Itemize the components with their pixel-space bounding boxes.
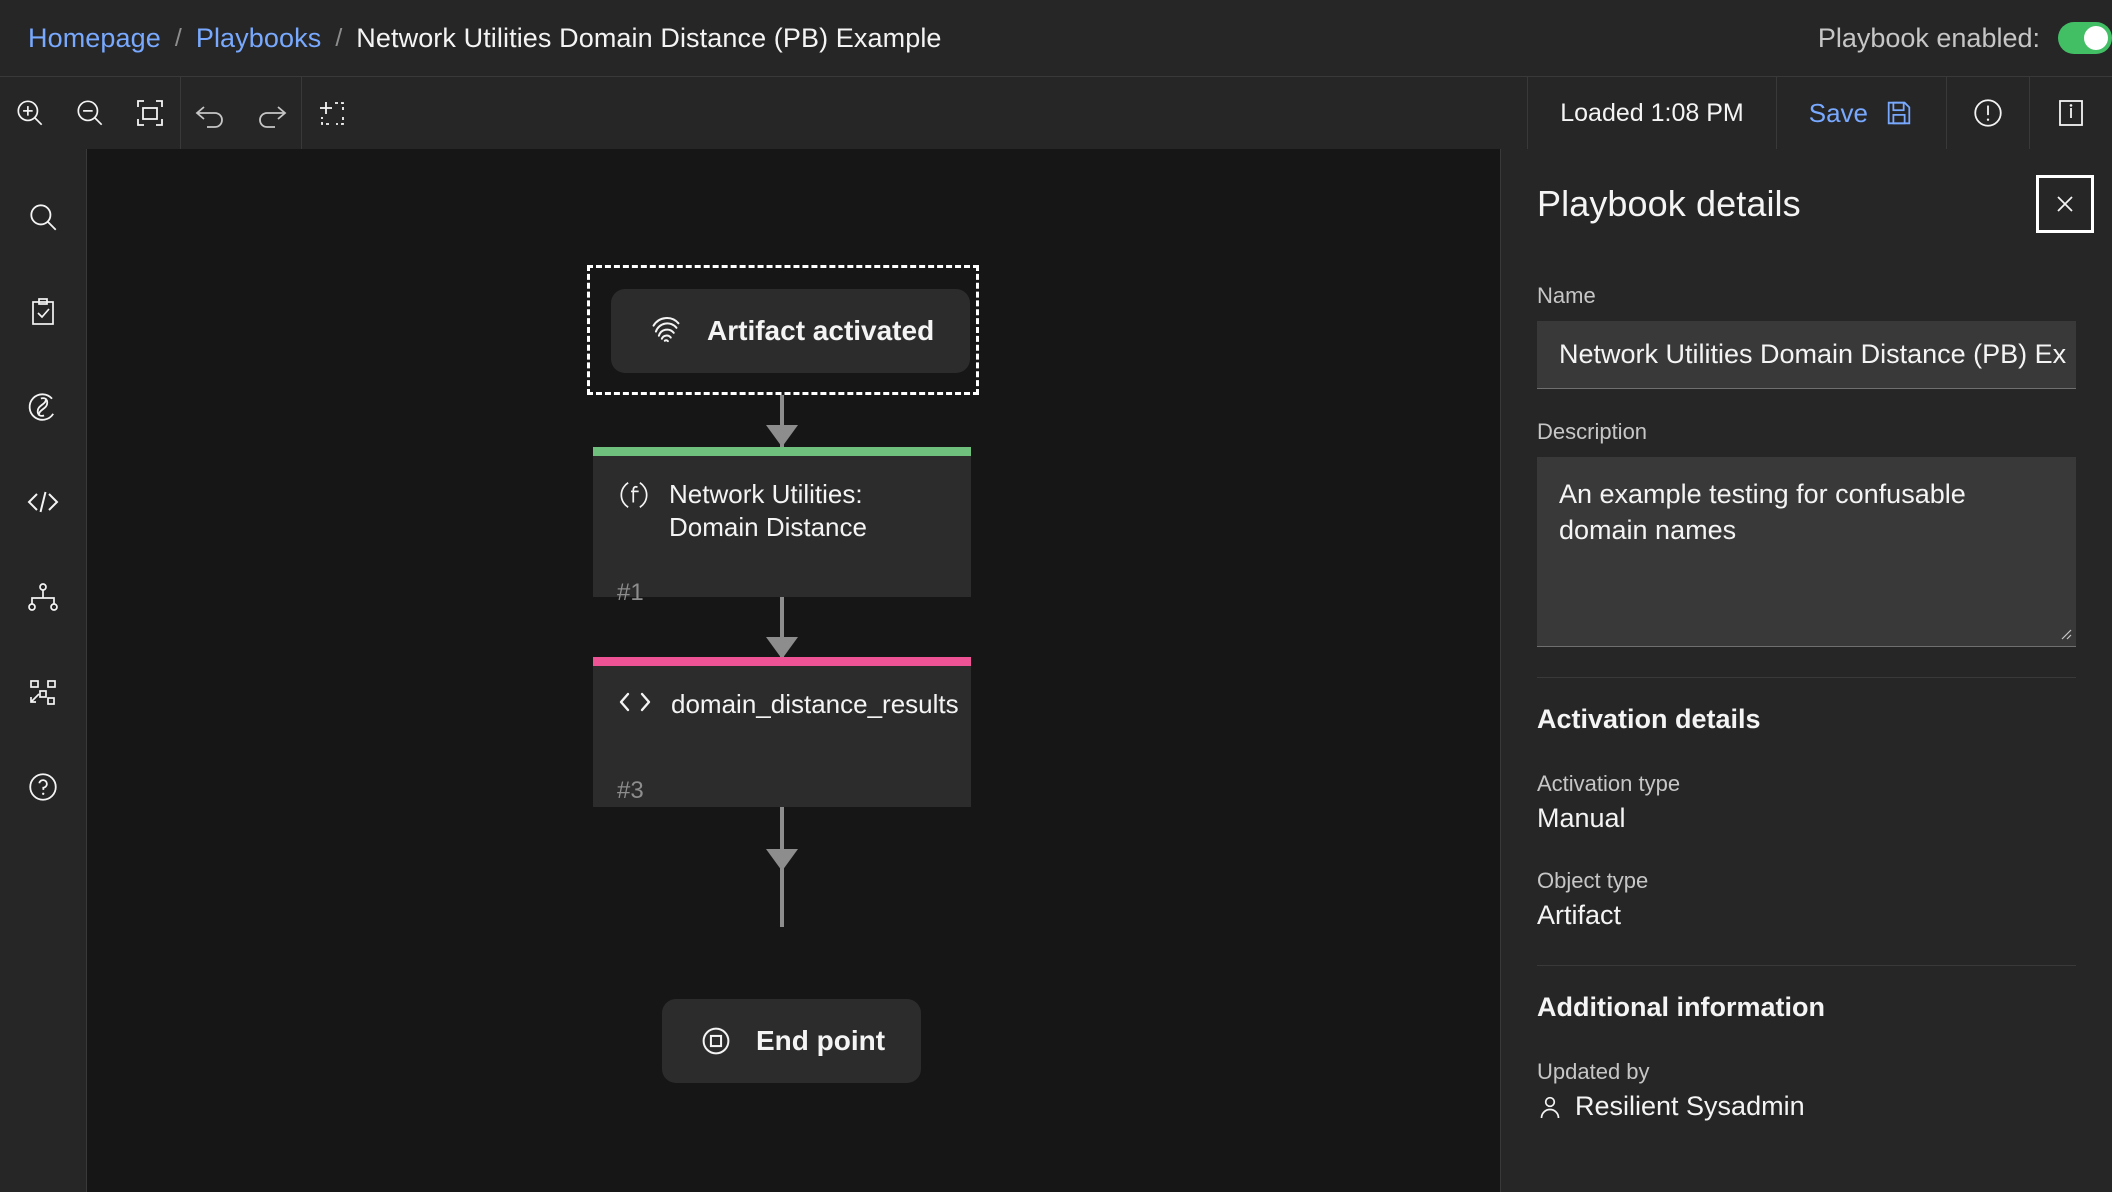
connector-arrowhead bbox=[766, 637, 798, 659]
loaded-status: Loaded 1:08 PM bbox=[1560, 98, 1744, 127]
description-text: An example testing for confusable domain… bbox=[1559, 479, 1966, 545]
playbook-enabled-label: Playbook enabled: bbox=[1817, 22, 2040, 53]
object-type-label: Object type bbox=[1537, 868, 1649, 893]
panel-divider bbox=[1537, 965, 2076, 966]
activation-type-value: Manual bbox=[1537, 803, 1626, 833]
panel-title: Playbook details bbox=[1537, 183, 1801, 224]
description-label: Description bbox=[1537, 419, 1648, 444]
side-panel-icon bbox=[2055, 97, 2087, 129]
additional-information-heading: Additional information bbox=[1537, 992, 1825, 1022]
close-icon bbox=[2057, 196, 2073, 212]
description-field-group: Description An example testing for confu… bbox=[1537, 419, 2076, 647]
node-network-utilities-domain-distance[interactable]: Network Utilities: Domain Distance #1 bbox=[593, 447, 971, 606]
select-area-button[interactable] bbox=[302, 77, 362, 149]
playbook-enabled-toggle[interactable] bbox=[2058, 22, 2112, 54]
breadcrumb-item-current: Network Utilities Domain Distance (PB) E… bbox=[356, 22, 942, 53]
code-icon bbox=[617, 688, 653, 721]
clipboard-check-icon bbox=[27, 296, 59, 328]
node-end-point[interactable]: End point bbox=[662, 999, 922, 1083]
node-domain-distance-results[interactable]: domain_distance_results #3 bbox=[593, 657, 971, 807]
help-circle-icon bbox=[26, 770, 60, 804]
details-panel-button[interactable] bbox=[2030, 77, 2112, 149]
select-area-icon bbox=[316, 97, 348, 129]
object-type-value: Artifact bbox=[1537, 900, 1622, 930]
playbook-canvas[interactable]: Artifact activated Network Utilities: Do… bbox=[87, 149, 1500, 1192]
zoom-in-button[interactable] bbox=[0, 77, 60, 149]
undo-icon bbox=[193, 97, 229, 129]
zoom-out-button[interactable] bbox=[60, 77, 120, 149]
name-label: Name bbox=[1537, 283, 1596, 308]
connector-arrowhead bbox=[766, 849, 798, 871]
zoom-controls-group bbox=[0, 77, 180, 149]
resize-grip-icon[interactable] bbox=[2056, 624, 2072, 640]
node-label: domain_distance_results bbox=[671, 689, 959, 719]
user-icon bbox=[1537, 1094, 1563, 1120]
fit-to-screen-icon bbox=[134, 97, 166, 129]
close-panel-button[interactable] bbox=[2036, 175, 2094, 233]
undo-button[interactable] bbox=[181, 77, 241, 149]
node-label: Artifact activated bbox=[707, 315, 935, 346]
rail-item-search[interactable] bbox=[0, 169, 87, 264]
code-icon bbox=[25, 487, 61, 517]
node-label: End point bbox=[756, 1025, 886, 1056]
breadcrumb-item-homepage[interactable]: Homepage bbox=[28, 23, 161, 54]
warning-circle-icon bbox=[1971, 96, 2005, 130]
save-button[interactable]: Save bbox=[1777, 77, 1946, 149]
panel-divider bbox=[1537, 677, 2076, 678]
name-field-group: Name Network Utilities Domain Distance (… bbox=[1537, 283, 2076, 389]
breadcrumb-item-playbooks[interactable]: Playbooks bbox=[196, 23, 321, 54]
breadcrumb-separator: / bbox=[174, 23, 182, 52]
function-icon bbox=[617, 478, 651, 545]
updated-by-value: Resilient Sysadmin bbox=[1575, 1091, 1805, 1121]
rail-item-decision[interactable] bbox=[0, 549, 87, 644]
name-input[interactable]: Network Utilities Domain Distance (PB) E… bbox=[1537, 321, 2076, 389]
connector-arrowhead bbox=[766, 425, 798, 447]
playbook-enabled-group: Playbook enabled: bbox=[1817, 22, 2112, 54]
save-disk-icon bbox=[1884, 98, 1914, 128]
subflow-icon bbox=[26, 676, 60, 708]
rail-item-tasks[interactable] bbox=[0, 264, 87, 359]
zoom-in-icon bbox=[13, 96, 47, 130]
breadcrumb-separator: / bbox=[335, 23, 343, 52]
node-artifact-activated[interactable]: Artifact activated bbox=[611, 289, 971, 373]
redo-button[interactable] bbox=[241, 77, 301, 149]
editor-toolbar: Loaded 1:08 PM Save bbox=[0, 76, 2112, 149]
breadcrumb-bar: Homepage / Playbooks / Network Utilities… bbox=[0, 0, 2112, 76]
selection-controls-group bbox=[302, 77, 362, 149]
playbook-details-panel: Playbook details Name Network Utilities … bbox=[1500, 149, 2112, 1192]
zoom-out-icon bbox=[73, 96, 107, 130]
save-button-label: Save bbox=[1808, 97, 1868, 128]
fit-to-screen-button[interactable] bbox=[120, 77, 180, 149]
decision-tree-icon bbox=[26, 581, 60, 613]
warning-button[interactable] bbox=[1947, 77, 2029, 149]
node-type-bar bbox=[593, 447, 971, 456]
editor-body: Artifact activated Network Utilities: Do… bbox=[0, 149, 2112, 1192]
left-tool-rail bbox=[0, 149, 87, 1192]
fingerprint-icon bbox=[647, 312, 685, 350]
rail-item-function[interactable] bbox=[0, 359, 87, 454]
description-textarea[interactable]: An example testing for confusable domain… bbox=[1537, 457, 2076, 647]
history-controls-group bbox=[181, 77, 301, 149]
activation-type-label: Activation type bbox=[1537, 771, 1681, 796]
search-icon bbox=[26, 200, 60, 234]
updated-by-group: Resilient Sysadmin bbox=[1537, 1091, 2076, 1122]
node-type-bar bbox=[593, 657, 971, 666]
updated-by-label: Updated by bbox=[1537, 1059, 1650, 1084]
node-body: domain_distance_results bbox=[593, 666, 971, 737]
end-point-icon bbox=[698, 1023, 734, 1059]
node-body: Network Utilities: Domain Distance bbox=[593, 456, 971, 561]
rail-item-help[interactable] bbox=[0, 739, 87, 834]
rail-item-script[interactable] bbox=[0, 454, 87, 549]
function-lightning-icon bbox=[26, 390, 60, 424]
activation-details-heading: Activation details bbox=[1537, 704, 1761, 734]
rail-item-subplaybook[interactable] bbox=[0, 644, 87, 739]
node-label: Network Utilities: Domain Distance bbox=[669, 479, 867, 543]
redo-icon bbox=[253, 97, 289, 129]
